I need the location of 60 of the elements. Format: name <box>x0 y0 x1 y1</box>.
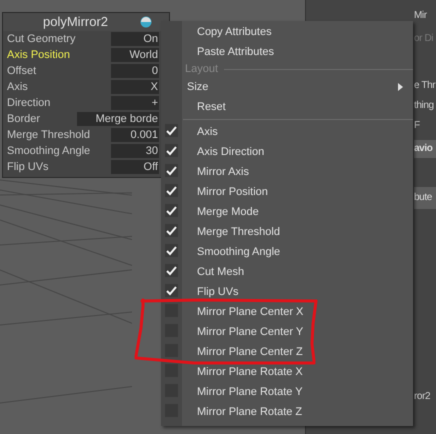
attribute-value[interactable]: 0.001 <box>111 128 159 142</box>
checkbox[interactable] <box>165 184 178 197</box>
menu-item[interactable]: Mirror Plane Center X <box>197 306 304 318</box>
menu-item[interactable]: Mirror Position <box>197 186 268 198</box>
panel-button[interactable]: bute <box>414 187 436 209</box>
menu-item[interactable]: Flip UVs <box>197 286 239 298</box>
menu-item[interactable]: Paste Attributes <box>197 46 274 58</box>
checkbox[interactable] <box>165 244 178 257</box>
partial-label: F <box>414 119 421 133</box>
section-label: Layout <box>185 62 218 78</box>
partial-label: e Thr <box>414 79 436 93</box>
menu-item[interactable]: Cut Mesh <box>197 266 244 278</box>
attribute-label: Border <box>7 112 40 127</box>
checkbox[interactable] <box>165 284 178 297</box>
attribute-label: Flip UVs <box>7 160 49 175</box>
menu-item[interactable]: Mirror Plane Rotate Z <box>197 406 302 418</box>
submenu-arrow-icon <box>398 83 403 91</box>
menu-item[interactable]: Copy Attributes <box>197 26 272 38</box>
attribute-value[interactable]: On <box>111 32 159 46</box>
partial-label: ror2 <box>414 390 432 404</box>
checkbox[interactable] <box>165 264 178 277</box>
section-header: avio <box>414 140 436 158</box>
checkbox[interactable] <box>165 344 178 357</box>
menu-item[interactable]: Axis <box>197 126 218 138</box>
checkbox[interactable] <box>165 144 178 157</box>
menu-item[interactable]: Size <box>187 80 208 94</box>
panel-title: polyMirror2 <box>43 13 108 32</box>
menu-item[interactable]: Reset <box>197 100 226 114</box>
menu-item[interactable]: Axis Direction <box>197 146 264 158</box>
menu-item[interactable]: Merge Threshold <box>197 226 280 238</box>
attribute-label: Smoothing Angle <box>7 144 90 159</box>
attribute-value[interactable]: 0 <box>111 64 159 78</box>
checkbox[interactable] <box>165 364 178 377</box>
checkbox[interactable] <box>165 304 178 317</box>
attribute-value[interactable]: X <box>111 80 159 94</box>
menu-item[interactable]: Mirror Plane Center Y <box>197 326 304 338</box>
checkbox[interactable] <box>165 124 178 137</box>
menu-item[interactable]: Smoothing Angle <box>197 246 280 258</box>
attribute-value[interactable]: Off <box>111 160 159 174</box>
menu-item[interactable]: Merge Mode <box>197 206 259 218</box>
attribute-label: Axis Position <box>7 48 70 63</box>
checkbox[interactable] <box>165 164 178 177</box>
menu-item[interactable]: Mirror Axis <box>197 166 249 178</box>
partial-label: Mir <box>414 9 428 23</box>
attribute-label: Direction <box>7 96 50 111</box>
checkbox[interactable] <box>165 204 178 217</box>
attribute-value[interactable]: World <box>111 48 159 62</box>
attribute-label: Axis <box>7 80 28 95</box>
checkbox[interactable] <box>165 224 178 237</box>
attribute-value[interactable]: Merge borde <box>77 112 159 126</box>
menu-item[interactable]: Mirror Plane Center Z <box>197 346 303 358</box>
menu-item[interactable]: Mirror Plane Rotate Y <box>197 386 303 398</box>
attribute-label: Cut Geometry <box>7 32 76 47</box>
menu-item[interactable]: Mirror Plane Rotate X <box>197 366 303 378</box>
attribute-value[interactable]: 30 <box>111 144 159 158</box>
attribute-label: Offset <box>7 64 36 79</box>
sphere-icon <box>140 16 152 28</box>
attribute-label: Merge Threshold <box>7 128 90 143</box>
attribute-value[interactable]: + <box>111 96 159 110</box>
partial-label: thing <box>414 99 435 113</box>
